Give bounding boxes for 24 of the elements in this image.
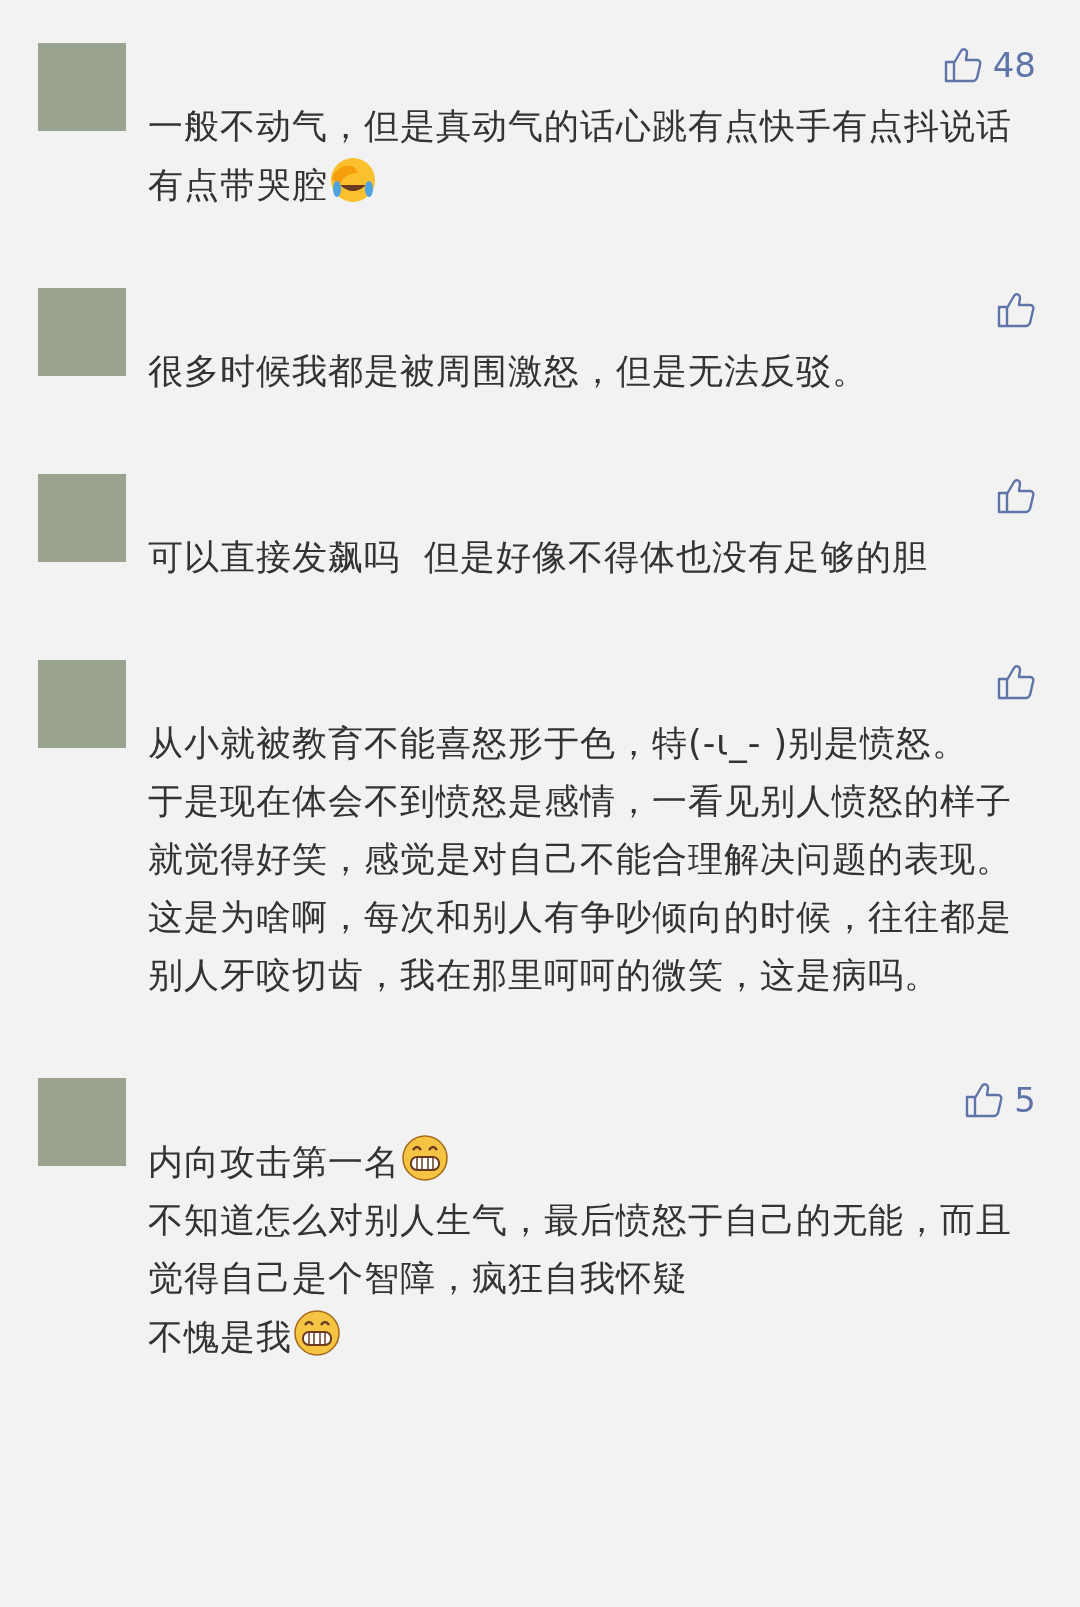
avatar[interactable] [38, 1078, 126, 1166]
laughing-face-icon [328, 155, 378, 205]
avatar[interactable] [38, 288, 126, 376]
comment-text: 可以直接发飙吗 但是好像不得体也没有足够的胆 [148, 536, 930, 579]
avatar[interactable] [38, 43, 126, 131]
avatar[interactable] [38, 474, 126, 562]
comment-text: 不愧是我 [148, 1307, 1036, 1366]
thumbs-up-icon [996, 476, 1036, 516]
grinning-face-icon [292, 1307, 342, 1357]
like-button[interactable]: 48 [942, 43, 1036, 87]
comment-text: 于是现在体会不到愤怒是感情，一看见别人愤怒的样子就觉得好笑，感觉是对自己不能合理解决问题的表现。 [148, 780, 1013, 881]
comment-text: 很多时候我都是被周围激怒，但是无法反驳。 [148, 350, 869, 393]
thumbs-up-icon [996, 662, 1036, 702]
comment-text: 从小就被教育不能喜怒形于色，特(-ι_- )别是愤怒。 [148, 722, 970, 765]
comment-text: 不知道怎么对别人生气，最后愤怒于自己的无能，而且觉得自己是个智障，疯狂自我怀疑 [148, 1199, 1013, 1300]
comment-text: 一般不动气，但是真动气的话心跳有点快手有点抖说话有点带哭腔 [148, 105, 1013, 207]
thumbs-up-icon [964, 1080, 1005, 1120]
comment-text: 内向攻击第一名 [148, 1132, 1036, 1191]
thumbs-up-icon [996, 290, 1036, 330]
grinning-face-icon [400, 1132, 450, 1182]
comment-text: 这是为啥啊，每次和别人有争吵倾向的时候，往往都是别人牙咬切齿，我在那里呵呵的微笑，这是病吗。 [148, 896, 1013, 997]
avatar[interactable] [38, 660, 126, 748]
thumbs-up-icon [942, 45, 983, 85]
like-button[interactable]: 5 [964, 1078, 1036, 1122]
